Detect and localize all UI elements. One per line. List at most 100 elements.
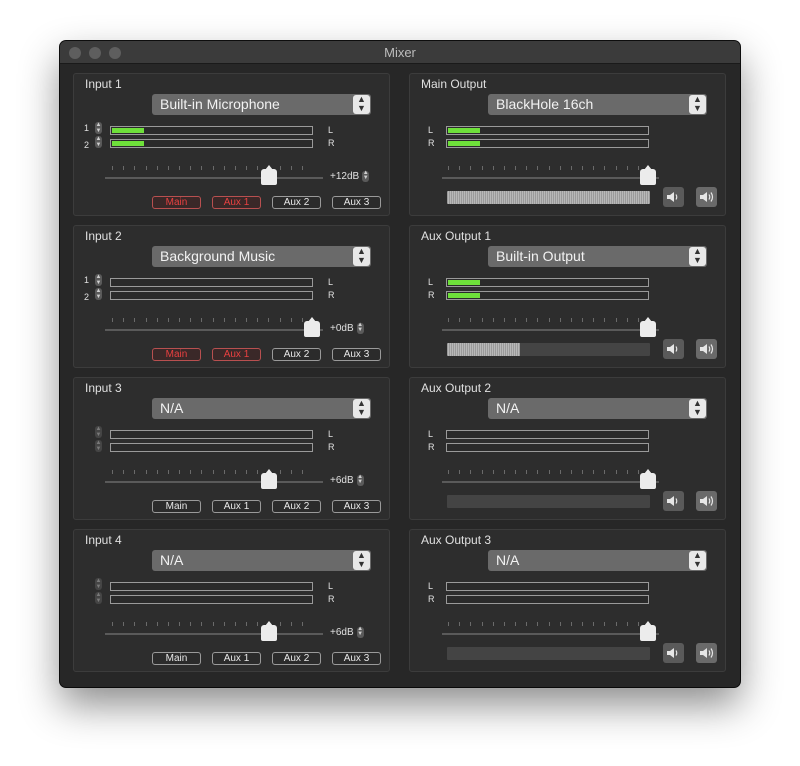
right-channel-label: R — [328, 442, 335, 452]
speaker-low-icon[interactable] — [663, 491, 684, 511]
channel-1-stepper[interactable]: ▲ ▼ — [95, 426, 102, 438]
level-meter-right — [110, 291, 313, 300]
route-aux-1-button[interactable]: Aux 1 — [212, 196, 261, 209]
left-channel-label: L — [328, 581, 334, 591]
gain-stepper[interactable]: ▲ ▼ — [356, 474, 364, 486]
volume-bar — [447, 343, 650, 356]
left-channel-label: L — [328, 125, 334, 135]
level-meter-right — [446, 291, 649, 300]
gain-value: +6dB — [330, 475, 354, 487]
output-device-select[interactable]: Built-in Output ▲ ▼ — [488, 246, 707, 267]
route-aux-3-button[interactable]: Aux 3 — [332, 500, 381, 513]
route-main-button[interactable]: Main — [152, 196, 201, 209]
route-aux-2-button[interactable]: Aux 2 — [272, 652, 321, 665]
speaker-low-icon[interactable] — [663, 339, 684, 359]
channel-2-stepper[interactable]: ▲ ▼ — [95, 440, 102, 452]
gain-readout: +0dB ▲ ▼ — [330, 322, 364, 335]
output-slider-knob[interactable] — [640, 165, 656, 185]
output-panel-4: Aux Output 3 N/A ▲ ▼ L R — [409, 529, 726, 672]
output-device-select[interactable]: BlackHole 16ch ▲ ▼ — [488, 94, 707, 115]
output-slider-knob[interactable] — [640, 317, 656, 337]
select-arrows-icon: ▲ ▼ — [689, 399, 706, 418]
speaker-low-icon[interactable] — [663, 187, 684, 207]
level-meter-right — [446, 443, 649, 452]
route-aux-3-button[interactable]: Aux 3 — [332, 196, 381, 209]
channel-2-stepper[interactable]: ▲ ▼ — [95, 136, 102, 148]
gain-slider-knob[interactable] — [261, 621, 277, 641]
channel-1-stepper[interactable]: ▲ ▼ — [95, 274, 102, 286]
input-device-value: Background Music — [160, 248, 276, 264]
route-aux-1-button[interactable]: Aux 1 — [212, 652, 261, 665]
output-slider-track[interactable] — [442, 481, 659, 483]
output-slider-track[interactable] — [442, 329, 659, 331]
route-aux-2-button[interactable]: Aux 2 — [272, 196, 321, 209]
level-meter-right — [110, 139, 313, 148]
output-slider-knob[interactable] — [640, 621, 656, 641]
route-aux-2-button[interactable]: Aux 2 — [272, 348, 321, 361]
channel-1-label: 1 — [84, 123, 90, 133]
gain-slider-track[interactable] — [105, 329, 323, 331]
speaker-high-icon[interactable] — [696, 339, 717, 359]
route-aux-3-button[interactable]: Aux 3 — [332, 652, 381, 665]
input-title: Input 1 — [85, 77, 122, 91]
output-panel-2: Aux Output 1 Built-in Output ▲ ▼ L R — [409, 225, 726, 368]
gain-slider-knob[interactable] — [304, 317, 320, 337]
channel-2-stepper[interactable]: ▲ ▼ — [95, 288, 102, 300]
gain-value: +12dB — [330, 171, 360, 183]
route-aux-1-button[interactable]: Aux 1 — [212, 500, 261, 513]
gain-stepper[interactable]: ▲ ▼ — [362, 170, 370, 182]
route-main-button[interactable]: Main — [152, 652, 201, 665]
input-panel-2: Input 2 Background Music ▲ ▼ 1 ▲ ▼ 2 ▲ ▼ L R +0dB ▲ ▼ M… — [73, 225, 390, 368]
channel-2-label: 2 — [84, 292, 90, 302]
channel-1-stepper[interactable]: ▲ ▼ — [95, 122, 102, 134]
channel-2-stepper[interactable]: ▲ ▼ — [95, 592, 102, 604]
gain-stepper[interactable]: ▲ ▼ — [356, 626, 364, 638]
output-slider-track[interactable] — [442, 633, 659, 635]
select-arrows-icon: ▲ ▼ — [689, 247, 706, 266]
gain-value: +0dB — [330, 323, 354, 335]
slider-ticks — [448, 622, 639, 627]
output-device-select[interactable]: N/A ▲ ▼ — [488, 550, 707, 571]
gain-slider-track[interactable] — [105, 481, 323, 483]
gain-slider-track[interactable] — [105, 633, 323, 635]
speaker-high-icon[interactable] — [696, 187, 717, 207]
input-device-select[interactable]: N/A ▲ ▼ — [152, 550, 371, 571]
output-title: Main Output — [421, 77, 487, 91]
gain-slider-knob[interactable] — [261, 165, 277, 185]
route-aux-3-button[interactable]: Aux 3 — [332, 348, 381, 361]
gain-stepper[interactable]: ▲ ▼ — [356, 322, 364, 334]
input-device-select[interactable]: Built-in Microphone ▲ ▼ — [152, 94, 371, 115]
output-slider-track[interactable] — [442, 177, 659, 179]
route-aux-1-button[interactable]: Aux 1 — [212, 348, 261, 361]
output-panel-3: Aux Output 2 N/A ▲ ▼ L R — [409, 377, 726, 520]
input-title: Input 3 — [85, 381, 122, 395]
route-main-button[interactable]: Main — [152, 348, 201, 361]
gain-slider-track[interactable] — [105, 177, 323, 179]
level-meter-right — [446, 595, 649, 604]
input-panel-3: Input 3 N/A ▲ ▼ ▲ ▼ ▲ ▼ L R +6dB ▲ ▼ Main Aux 1 Aux 2 Au… — [73, 377, 390, 520]
slider-ticks — [112, 318, 303, 323]
output-title: Aux Output 3 — [421, 533, 492, 547]
speaker-low-icon[interactable] — [663, 643, 684, 663]
input-device-select[interactable]: Background Music ▲ ▼ — [152, 246, 371, 267]
input-device-value: Built-in Microphone — [160, 96, 280, 112]
route-main-button[interactable]: Main — [152, 500, 201, 513]
output-slider-knob[interactable] — [640, 469, 656, 489]
volume-bar — [447, 647, 650, 660]
gain-readout: +6dB ▲ ▼ — [330, 474, 364, 487]
input-device-select[interactable]: N/A ▲ ▼ — [152, 398, 371, 419]
output-device-value: BlackHole 16ch — [496, 96, 594, 112]
route-aux-2-button[interactable]: Aux 2 — [272, 500, 321, 513]
gain-slider-knob[interactable] — [261, 469, 277, 489]
level-meter-left — [110, 430, 313, 439]
channel-1-stepper[interactable]: ▲ ▼ — [95, 578, 102, 590]
right-channel-label: R — [428, 442, 435, 452]
output-title: Aux Output 2 — [421, 381, 492, 395]
output-device-select[interactable]: N/A ▲ ▼ — [488, 398, 707, 419]
speaker-high-icon[interactable] — [696, 643, 717, 663]
level-meter-left — [446, 430, 649, 439]
speaker-high-icon[interactable] — [696, 491, 717, 511]
right-channel-label: R — [328, 594, 335, 604]
left-channel-label: L — [428, 429, 434, 439]
select-arrows-icon: ▲ ▼ — [689, 95, 706, 114]
